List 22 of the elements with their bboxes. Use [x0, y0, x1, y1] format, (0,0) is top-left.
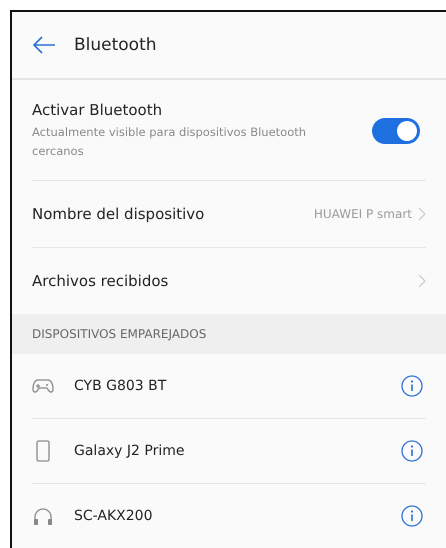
- device-row[interactable]: Galaxy J2 Prime: [12, 419, 446, 483]
- info-button[interactable]: [400, 374, 424, 398]
- device-name: CYB G803 BT: [74, 378, 168, 394]
- back-icon[interactable]: [32, 35, 56, 55]
- section-title: DISPOSITIVOS EMPAREJADOS: [32, 327, 206, 341]
- device-row[interactable]: CYB G803 BT: [12, 354, 446, 418]
- info-button[interactable]: [400, 439, 424, 463]
- chevron-icon: [418, 274, 426, 288]
- info-button[interactable]: [400, 504, 424, 528]
- setting-description: Actualmente visible para dispositivos Bluetooth cercanos: [32, 124, 308, 160]
- device-name: Galaxy J2 Prime: [74, 443, 186, 459]
- setting-value: HUAWEI P smart: [314, 207, 412, 221]
- setting-label: Activar Bluetooth: [32, 101, 164, 119]
- settings-row[interactable]: Nombre del dispositivo HUAWEI P smart: [12, 181, 446, 247]
- device-row[interactable]: SC-AKX200: [12, 484, 446, 548]
- toggle-switch[interactable]: [372, 118, 420, 144]
- setting-label: Nombre del dispositivo: [32, 205, 206, 223]
- setting-label: Archivos recibidos: [32, 272, 170, 290]
- device-name: SC-AKX200: [74, 508, 154, 524]
- chevron-icon: [418, 207, 426, 221]
- screen-title: Bluetooth: [74, 35, 157, 55]
- settings-row[interactable]: Archivos recibidos: [12, 248, 446, 314]
